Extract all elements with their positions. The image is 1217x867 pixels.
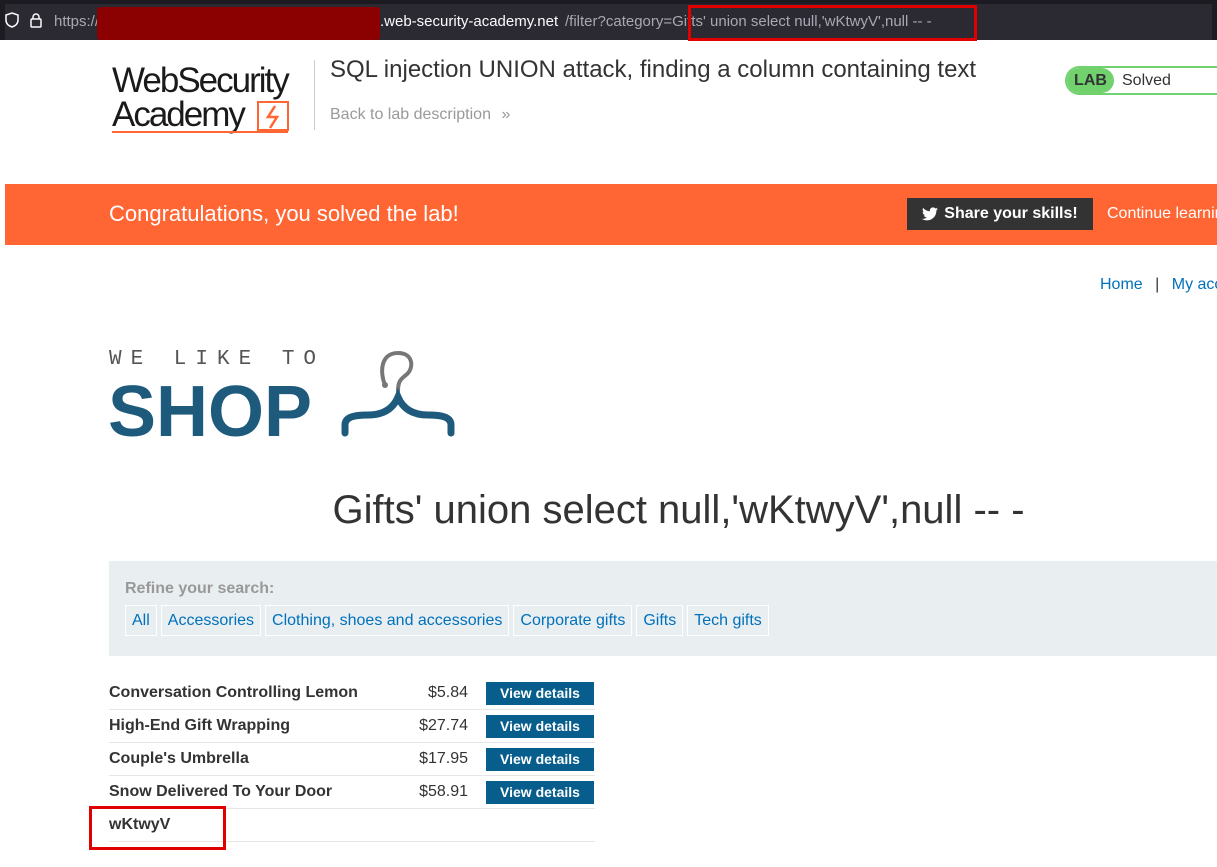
annotation-highlight-injected-row [89, 806, 226, 850]
product-name: Conversation Controlling Lemon [109, 677, 368, 710]
twitter-icon [922, 207, 939, 221]
view-details-button[interactable]: View details [486, 747, 594, 771]
filter-clothing[interactable]: Clothing, shoes and accessories [265, 605, 510, 636]
product-name: High-End Gift Wrapping [109, 709, 368, 743]
nav-separator: | [1155, 276, 1160, 293]
back-link-label: Back to lab description [330, 106, 491, 123]
lab-status-text: Solved [1122, 72, 1171, 89]
page-heading: Gifts' union select null,'wKtwyV',null -… [332, 488, 1025, 532]
category-filters: All Accessories Clothing, shoes and acce… [125, 605, 769, 636]
filter-corporate-gifts[interactable]: Corporate gifts [513, 605, 633, 636]
congratulations-message: Congratulations, you solved the lab! [109, 201, 459, 226]
product-name: Snow Delivered To Your Door [109, 775, 368, 809]
share-skills-button[interactable]: Share your skills! [907, 198, 1093, 230]
product-price: $58.91 [368, 775, 486, 809]
lab-status-badge: LAB Solved [1065, 66, 1217, 95]
hanger-icon [341, 350, 455, 437]
we-like-to-shop-logo[interactable]: WE LIKE TO SHOP [108, 345, 468, 445]
top-nav: Home | My account [1100, 276, 1217, 294]
back-to-lab-description-link[interactable]: Back to lab description » [330, 106, 510, 124]
product-price: $17.95 [368, 742, 486, 776]
table-row: High-End Gift Wrapping $27.74 View detai… [109, 709, 595, 743]
filter-all[interactable]: All [125, 605, 157, 636]
header-divider [314, 60, 315, 130]
shield-icon[interactable] [5, 12, 19, 28]
filter-tech-gifts[interactable]: Tech gifts [687, 605, 769, 636]
redacted-subdomain [97, 7, 380, 40]
share-button-label: Share your skills! [944, 205, 1078, 222]
nav-my-account-link[interactable]: My account [1172, 276, 1217, 293]
double-chevron-right-icon: » [501, 106, 511, 123]
table-row: Snow Delivered To Your Door $58.91 View … [109, 775, 595, 809]
nav-home-link[interactable]: Home [1100, 276, 1143, 293]
view-details-button[interactable]: View details [486, 681, 594, 705]
view-details-button[interactable]: View details [486, 780, 594, 804]
url-host: .web-security-academy.net [380, 13, 559, 30]
annotation-highlight-url [688, 5, 977, 41]
shop-word: SHOP [108, 372, 312, 445]
product-price [368, 808, 486, 842]
table-row: Conversation Controlling Lemon $5.84 Vie… [109, 677, 595, 710]
lock-icon[interactable] [29, 12, 43, 28]
product-price: $27.74 [368, 709, 486, 743]
view-details-button[interactable]: View details [486, 714, 594, 738]
table-row: Couple's Umbrella $17.95 View details [109, 742, 595, 776]
continue-learning-link[interactable]: Continue learning [1107, 205, 1217, 223]
filter-accessories[interactable]: Accessories [160, 605, 262, 636]
lab-title: SQL injection UNION attack, finding a co… [330, 56, 977, 83]
refine-label: Refine your search: [125, 580, 275, 597]
filter-gifts[interactable]: Gifts [636, 605, 684, 636]
shop-tagline: WE LIKE TO [109, 348, 325, 371]
lab-pill: LAB [1067, 68, 1114, 93]
product-price: $5.84 [368, 677, 486, 710]
web-security-academy-logo[interactable]: WebSecurity Academy [112, 60, 312, 140]
logo-line2: Academy [112, 95, 246, 134]
url-protocol: https:// [54, 13, 100, 30]
product-name: Couple's Umbrella [109, 742, 368, 776]
